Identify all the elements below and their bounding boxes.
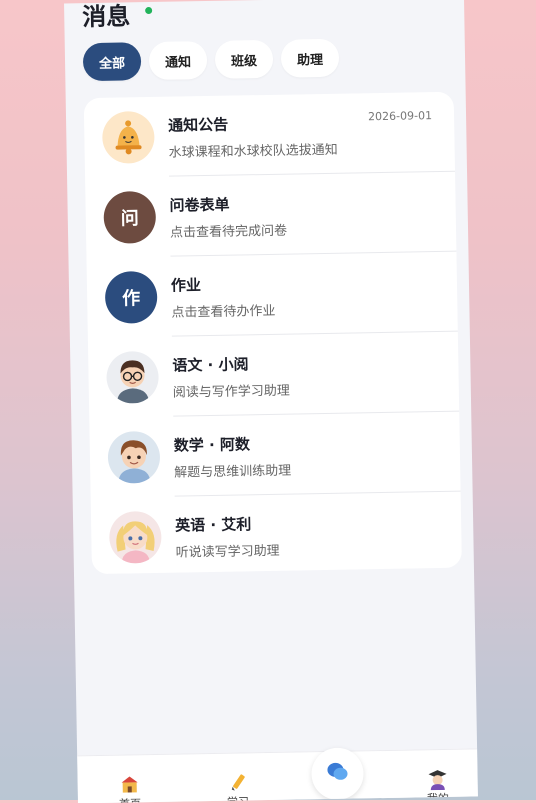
filter-tab-class[interactable]: 班级 <box>215 40 274 79</box>
nav-label: 首页 <box>119 797 141 803</box>
bottom-nav: 首页 学习 <box>77 748 478 803</box>
message-item-notice[interactable]: 通知公告 水球课程和水球校队选拔通知 2026-09-01 <box>84 92 455 178</box>
bell-icon <box>102 111 155 164</box>
girl-avatar <box>109 511 162 564</box>
message-preview: 点击查看待完成问卷 <box>170 220 287 241</box>
filter-tabs: 全部 通知 班级 助理 <box>83 39 340 81</box>
boy-glasses-avatar <box>106 351 159 404</box>
avatar-glyph: 作 <box>122 284 140 310</box>
message-preview: 水球课程和水球校队选拔通知 <box>168 139 337 161</box>
message-item-chinese-assistant[interactable]: 语文 · 小阅 阅读与写作学习助理 <box>88 332 459 418</box>
nav-item-home[interactable]: 首页 <box>99 773 160 803</box>
filter-tab-all[interactable]: 全部 <box>83 42 142 81</box>
pencil-icon <box>207 771 267 794</box>
filter-tab-notice[interactable]: 通知 <box>149 41 208 80</box>
message-item-english-assistant[interactable]: 英语 · 艾利 听说读写学习助理 <box>91 492 462 578</box>
message-title: 作业 <box>171 274 201 296</box>
filter-tab-assistant[interactable]: 助理 <box>281 39 340 78</box>
message-title: 语文 · 小阅 <box>172 353 249 375</box>
nav-item-study[interactable]: 学习 <box>207 771 268 803</box>
school-icon <box>99 773 159 796</box>
message-title: 通知公告 <box>168 114 228 136</box>
message-date: 2026-09-01 <box>368 109 432 123</box>
message-item-questionnaire[interactable]: 问 问卷表单 点击查看待完成问卷 <box>85 172 456 258</box>
nav-label: 我的 <box>427 792 449 803</box>
questionnaire-avatar: 问 <box>103 191 156 244</box>
chat-bubbles-icon <box>324 759 351 789</box>
nav-label: 学习 <box>227 795 249 803</box>
message-title: 问卷表单 <box>169 194 229 216</box>
online-status-dot <box>145 7 152 14</box>
boy-avatar <box>108 431 161 484</box>
message-preview: 解题与思维训练助理 <box>174 460 291 481</box>
message-title: 英语 · 艾利 <box>175 513 252 535</box>
avatar-glyph: 问 <box>121 204 139 230</box>
message-item-homework[interactable]: 作 作业 点击查看待办作业 <box>86 252 457 338</box>
nav-item-profile[interactable]: 我的 <box>407 768 468 803</box>
app-screen: 消息 全部 通知 班级 助理 通知公告 水球课程和水球校队选拔通知 <box>64 0 478 803</box>
message-preview: 点击查看待办作业 <box>171 300 275 321</box>
page-title: 消息 <box>82 0 131 32</box>
graduate-icon <box>407 768 467 791</box>
message-item-math-assistant[interactable]: 数学 · 阿数 解题与思维训练助理 <box>89 412 460 498</box>
message-preview: 听说读写学习助理 <box>175 540 279 561</box>
message-title: 数学 · 阿数 <box>174 433 251 455</box>
message-list: 通知公告 水球课程和水球校队选拔通知 2026-09-01 问 问卷表单 点击查… <box>84 92 462 574</box>
chat-button[interactable] <box>311 747 364 800</box>
homework-avatar: 作 <box>105 271 158 324</box>
message-preview: 阅读与写作学习助理 <box>173 380 290 401</box>
